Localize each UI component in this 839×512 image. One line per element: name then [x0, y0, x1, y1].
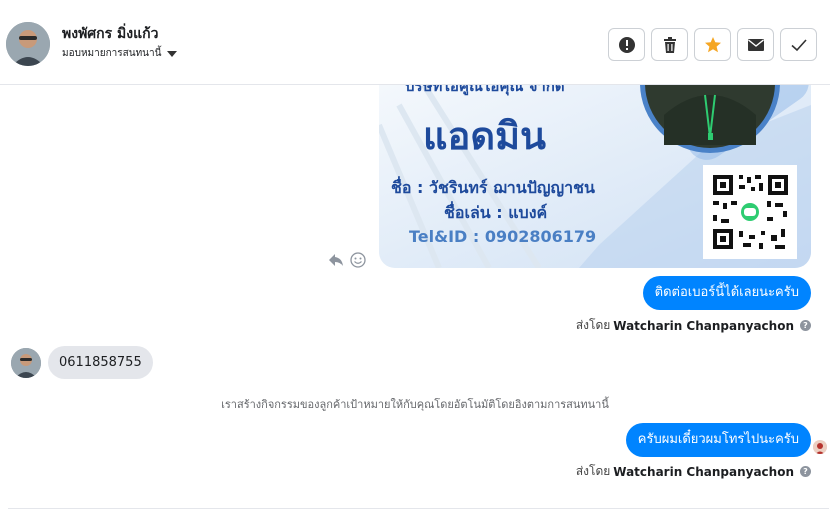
check-icon	[790, 38, 807, 51]
business-card-image[interactable]: บริษัทไอคูณไอคุณ จำกัด แอดมิน ชื่อ : วัช…	[379, 85, 811, 268]
sent-by-label: ส่งโดย Watcharin Chanpanyachon ?	[576, 316, 811, 335]
contact-name[interactable]: พงพัศกร มิ่งแก้ว	[62, 23, 158, 45]
sent-by-label: ส่งโดย Watcharin Chanpanyachon ?	[576, 462, 811, 481]
caret-down-icon	[167, 50, 178, 57]
star-icon	[704, 36, 721, 52]
incoming-message[interactable]: 0611858755	[48, 346, 153, 379]
envelope-icon	[747, 38, 764, 51]
mark-unread-button[interactable]	[737, 28, 774, 61]
scrollbar[interactable]	[830, 0, 839, 512]
sent-by-prefix: ส่งโดย	[575, 318, 611, 332]
help-icon[interactable]: ?	[800, 466, 811, 477]
outgoing-message[interactable]: ครับผมเดี๋ยวผมโทรไปนะครับ	[625, 423, 811, 457]
sent-by-name: Watcharin Chanpanyachon	[613, 318, 794, 333]
done-button[interactable]	[780, 28, 817, 61]
contact-avatar[interactable]	[6, 22, 50, 66]
sent-by-prefix: ส่งโดย	[575, 464, 611, 478]
react-emoji-icon[interactable]	[350, 252, 366, 268]
card-nick-line: ชื่อเล่น : แบงค์	[444, 201, 547, 222]
card-company: บริษัทไอคูณไอคุณ จำกัด	[405, 85, 565, 96]
assign-label: มอบหมายการสนทนานี้	[62, 48, 162, 59]
assign-conversation-dropdown[interactable]: มอบหมายการสนทนานี้	[62, 46, 178, 61]
exclamation-circle-icon	[618, 36, 635, 53]
card-tel-line: Tel&ID : 0902806179	[409, 227, 596, 246]
star-button[interactable]	[694, 28, 731, 61]
card-role: แอดมิน	[423, 114, 546, 158]
seen-avatar	[813, 440, 827, 454]
reply-icon[interactable]	[328, 252, 344, 268]
conversation-view: พงพัศกร มิ่งแก้ว มอบหมายการสนทนานี้ บริษ…	[0, 0, 839, 512]
card-name-line: ชื่อ : วัชรินทร์ ฌานปัญญาชน	[391, 176, 595, 198]
header-actions	[608, 28, 817, 61]
spam-button[interactable]	[608, 28, 645, 61]
outgoing-message[interactable]: ติดต่อเบอร์นี้ได้เลยนะครับ	[642, 276, 811, 310]
help-icon[interactable]: ?	[800, 320, 811, 331]
incoming-avatar	[11, 348, 41, 378]
sent-by-name: Watcharin Chanpanyachon	[613, 464, 794, 479]
trash-icon	[663, 36, 676, 53]
message-tools	[328, 252, 366, 268]
conversation-header: พงพัศกร มิ่งแก้ว มอบหมายการสนทนานี้	[0, 0, 830, 85]
delete-button[interactable]	[651, 28, 688, 61]
system-note: เราสร้างกิจกรรมของลูกค้าเป้าหมายให้กับคุ…	[221, 398, 609, 411]
composer-divider	[8, 508, 829, 509]
